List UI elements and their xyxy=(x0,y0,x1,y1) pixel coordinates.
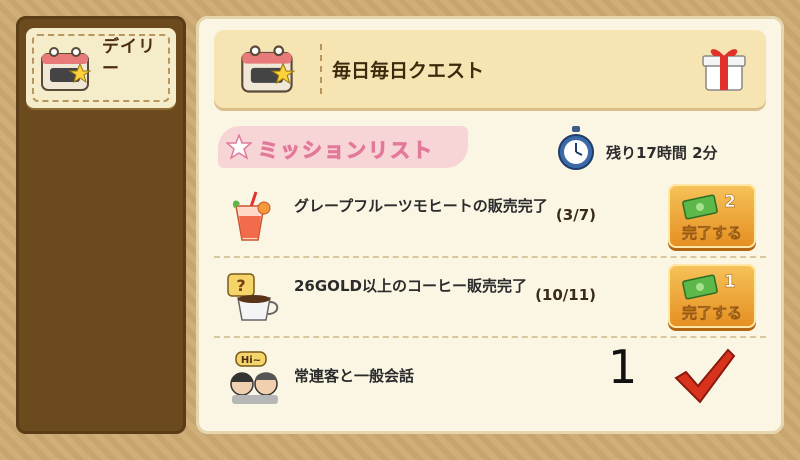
row-divider xyxy=(214,256,766,258)
mission-list-title: ミッションリスト xyxy=(258,138,434,163)
mission-row: グレープフルーツモヒートの販売完了 (3/7) 2 完了する xyxy=(214,180,766,254)
mission-row: ? 26GOLD以上のコーヒー販売完了 (10/11) 1 完了する xyxy=(214,260,766,334)
sidebar: デイリー xyxy=(16,16,186,434)
page-title: 毎日毎日クエスト xyxy=(332,60,485,82)
quest-panel: 毎日毎日クエスト ミッションリスト 残り17時間 2分 グレープフルーツモヒート… xyxy=(196,16,784,434)
money-icon xyxy=(682,274,718,300)
drink-glass-icon xyxy=(232,191,271,241)
daily-calendar-icon xyxy=(241,45,296,93)
money-icon xyxy=(682,194,718,220)
sidebar-tab-daily[interactable]: デイリー xyxy=(26,28,176,108)
svg-text:?: ? xyxy=(236,276,245,295)
overlay-number: 1 xyxy=(608,340,638,394)
sidebar-tab-label: デイリー xyxy=(102,37,156,79)
mission-progress: (3/7) xyxy=(555,206,596,224)
reward-amount: 2 xyxy=(724,192,736,213)
mission-list-banner: ミッションリスト xyxy=(218,126,468,168)
coffee-cup-icon: ? xyxy=(227,273,279,321)
mission-row: Hi~ 常連客と一般会話 xyxy=(214,340,766,414)
complete-button-label: 完了する xyxy=(681,224,743,243)
quest-header: 毎日毎日クエスト xyxy=(214,30,766,108)
mission-name: 常連客と一般会話 xyxy=(294,367,415,385)
star-icon xyxy=(226,134,252,160)
mission-name: グレープフルーツモヒートの販売完了 xyxy=(294,197,548,215)
clock-icon xyxy=(558,126,594,170)
mission-name: 26GOLD以上のコーヒー販売完了 xyxy=(294,277,527,295)
customers-chat-icon: Hi~ xyxy=(230,351,278,404)
gift-box-icon[interactable] xyxy=(700,42,748,94)
svg-text:Hi~: Hi~ xyxy=(241,355,261,366)
header-divider xyxy=(320,44,322,94)
mission-progress: (10/11) xyxy=(535,286,596,304)
checkmark-icon xyxy=(674,348,736,404)
complete-button-label: 完了する xyxy=(681,304,743,323)
complete-button[interactable]: 2 完了する xyxy=(668,184,756,248)
remaining-time: 残り17時間 2分 xyxy=(606,144,718,162)
row-divider xyxy=(214,336,766,338)
daily-calendar-icon xyxy=(41,47,92,91)
complete-button[interactable]: 1 完了する xyxy=(668,264,756,328)
reward-amount: 1 xyxy=(724,272,736,293)
